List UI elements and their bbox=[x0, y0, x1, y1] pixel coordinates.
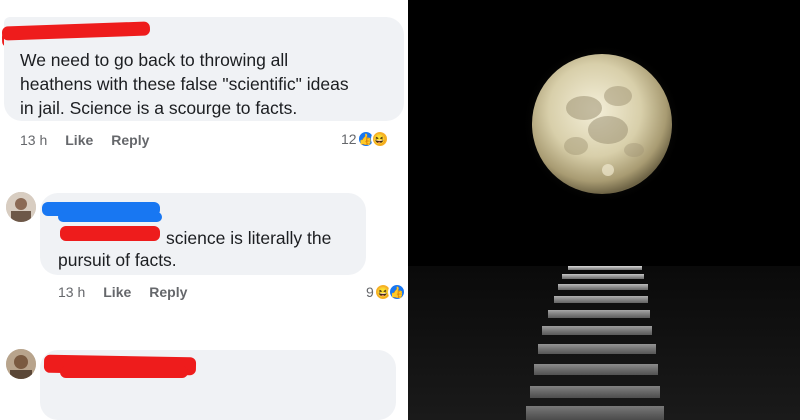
reaction-summary[interactable]: 9 😆 👍 bbox=[366, 283, 406, 301]
like-button[interactable]: Like bbox=[65, 132, 93, 148]
comment-actions: 13 h Like Reply bbox=[58, 284, 187, 300]
moon-over-ocean-image bbox=[408, 0, 800, 420]
reply-button[interactable]: Reply bbox=[149, 284, 187, 300]
timestamp[interactable]: 13 h bbox=[20, 132, 47, 148]
haha-icon: 😆 bbox=[370, 130, 389, 148]
like-icon: 👍 bbox=[387, 283, 406, 301]
comment-text-line: in jail. Science is a scourge to facts. bbox=[20, 98, 298, 118]
comment-text-line: pursuit of facts. bbox=[58, 250, 177, 270]
comment-text-line: science is literally the bbox=[166, 228, 332, 248]
redacted-mention bbox=[60, 226, 160, 241]
comment-thread: We need to go back to throwing all heath… bbox=[0, 0, 408, 420]
redacted-author-name bbox=[58, 212, 162, 222]
like-button[interactable]: Like bbox=[103, 284, 131, 300]
timestamp[interactable]: 13 h bbox=[58, 284, 85, 300]
moon-photo bbox=[408, 0, 800, 420]
avatar[interactable] bbox=[6, 192, 36, 222]
reply-button[interactable]: Reply bbox=[111, 132, 149, 148]
redacted-author-name bbox=[60, 366, 188, 378]
reaction-count: 12 bbox=[341, 131, 357, 147]
reaction-count: 9 bbox=[366, 284, 374, 300]
comment-actions: 13 h Like Reply bbox=[20, 132, 149, 148]
reaction-summary[interactable]: 12 👍 😆 bbox=[341, 130, 389, 148]
comment-text-line: heathens with these false "scientific" i… bbox=[20, 74, 349, 94]
comment-text-line: We need to go back to throwing all bbox=[20, 50, 289, 70]
avatar[interactable] bbox=[6, 349, 36, 379]
